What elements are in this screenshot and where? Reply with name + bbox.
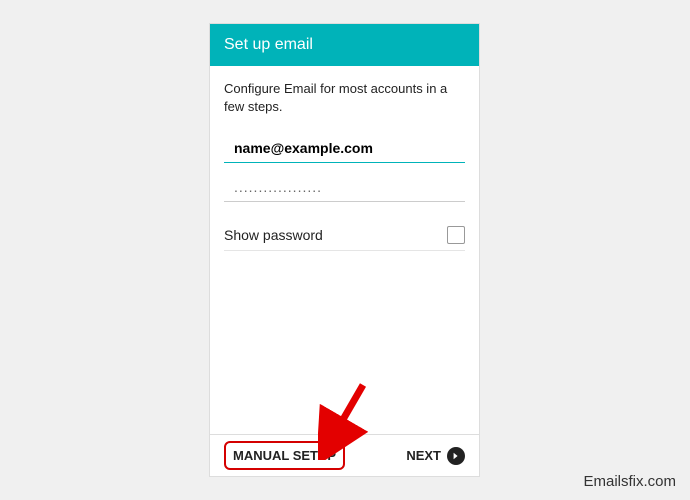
app-header: Set up email bbox=[210, 24, 479, 66]
show-password-checkbox[interactable] bbox=[447, 226, 465, 244]
show-password-label: Show password bbox=[224, 227, 323, 243]
next-label: NEXT bbox=[406, 448, 441, 463]
header-title: Set up email bbox=[224, 36, 313, 53]
instruction-text: Configure Email for most accounts in a f… bbox=[224, 80, 465, 116]
manual-setup-button[interactable]: MANUAL SETUP bbox=[224, 441, 345, 470]
watermark-text: Emailsfix.com bbox=[583, 473, 676, 490]
next-button[interactable]: NEXT bbox=[406, 447, 465, 465]
bottom-toolbar: MANUAL SETUP NEXT bbox=[210, 434, 479, 476]
password-field[interactable] bbox=[224, 173, 465, 202]
content-area: Configure Email for most accounts in a f… bbox=[210, 66, 479, 251]
chevron-right-icon bbox=[447, 447, 465, 465]
email-field[interactable] bbox=[224, 134, 465, 163]
show-password-row: Show password bbox=[224, 220, 465, 251]
email-setup-screen: Set up email Configure Email for most ac… bbox=[209, 23, 480, 477]
